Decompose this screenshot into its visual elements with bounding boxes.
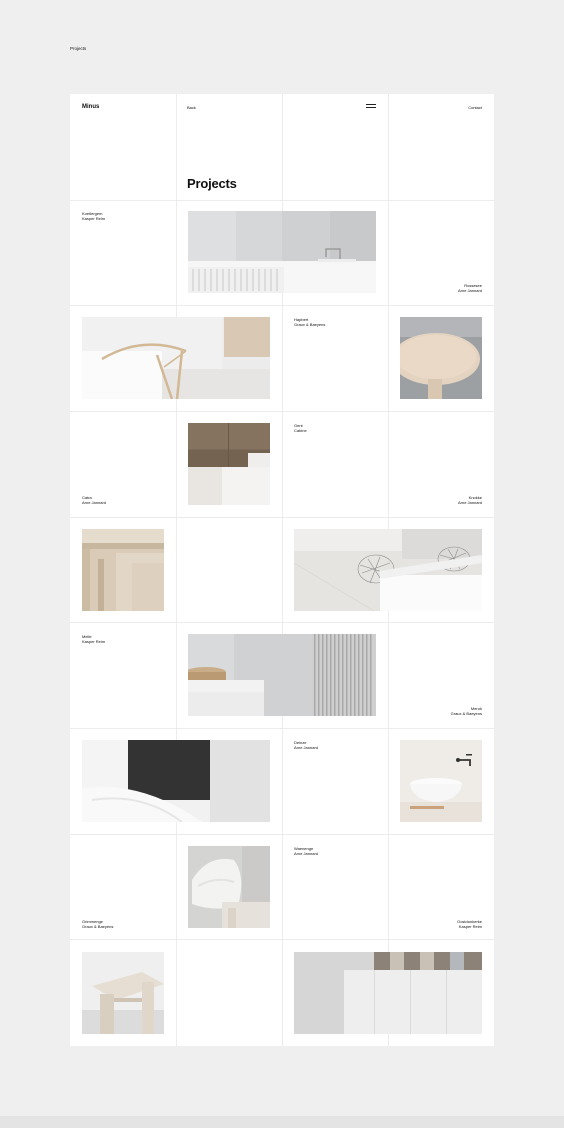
wood-cabinet-image[interactable] <box>188 423 270 505</box>
contact-link[interactable]: Contact <box>468 105 482 110</box>
project-designer: Arne Jannard <box>294 851 319 856</box>
wire-chairs-image[interactable] <box>294 529 482 611</box>
page: Projects Minus Back Contact Projects Koe… <box>0 0 564 1128</box>
back-link[interactable]: Back <box>187 105 196 110</box>
brand-logo[interactable]: Minus <box>82 104 99 110</box>
project-caption[interactable]: Koetlergem Kasper Reim <box>82 211 105 221</box>
bathroom-vanity-image[interactable] <box>188 634 376 716</box>
kitchen-counter-image[interactable] <box>188 211 376 293</box>
project-designer: Arne Jannard <box>457 288 482 293</box>
project-designer: Kasper Reim <box>82 216 106 221</box>
project-designer: Arne Jannard <box>457 500 482 505</box>
project-caption[interactable]: Deinze Arne Jannard <box>294 740 318 750</box>
project-designer: Graux & Baeyens <box>82 924 114 929</box>
cushion-sofa-image[interactable] <box>188 846 270 928</box>
wall-faucet-basin-image[interactable] <box>400 740 482 822</box>
project-designer: Arne Jannard <box>82 500 107 505</box>
project-designer: Kasper Reim <box>82 639 106 644</box>
project-designer: Graux & Baeyens <box>450 711 482 716</box>
wood-corridor-image[interactable] <box>82 529 164 611</box>
round-table-image[interactable] <box>400 317 482 399</box>
white-cabinets-image[interactable] <box>294 952 482 1034</box>
grid-divider <box>70 834 494 835</box>
wishbone-chair-image[interactable] <box>82 317 270 399</box>
page-title: Projects <box>187 176 237 191</box>
bathtub-image[interactable] <box>82 740 270 822</box>
footer-band <box>0 1116 564 1128</box>
project-caption[interactable]: Rossesee Arne Jannard <box>458 283 482 293</box>
grid-divider <box>70 728 494 729</box>
project-caption[interactable]: Knokke Arne Jannard <box>458 495 482 505</box>
project-caption[interactable]: Merok Graux & Baeyens <box>451 706 482 716</box>
project-caption[interactable]: Hapbert Graux & Baeyens <box>294 317 325 327</box>
project-designer: Graux & Baeyens <box>294 322 326 327</box>
project-caption[interactable]: Gent Cabine <box>294 423 307 433</box>
grid-divider <box>70 305 494 306</box>
project-caption[interactable]: Oostdunkerke Kasper Reim <box>457 919 482 929</box>
hamburger-menu-icon[interactable] <box>366 104 376 108</box>
project-caption[interactable]: Melle Kasper Reim <box>82 634 105 644</box>
grid-divider <box>176 94 177 1046</box>
project-caption[interactable]: Waenenge Arne Jannard <box>294 846 318 856</box>
project-designer: Kasper Reim <box>458 924 482 929</box>
project-caption[interactable]: Grimmenge Graux & Baeyens <box>82 919 113 929</box>
project-designer: Cabine <box>294 428 307 433</box>
grid-divider <box>70 411 494 412</box>
wood-stool-image[interactable] <box>82 952 164 1034</box>
grid-divider <box>70 517 494 518</box>
grid-divider <box>70 939 494 940</box>
project-designer: Arne Jannard <box>294 745 319 750</box>
grid-divider <box>70 622 494 623</box>
project-caption[interactable]: Catra Arne Jannard <box>82 495 106 505</box>
page-label: Projects <box>70 46 87 51</box>
projects-sheet: Minus Back Contact Projects Koetlergem K… <box>70 94 494 1046</box>
grid-divider <box>70 200 494 201</box>
